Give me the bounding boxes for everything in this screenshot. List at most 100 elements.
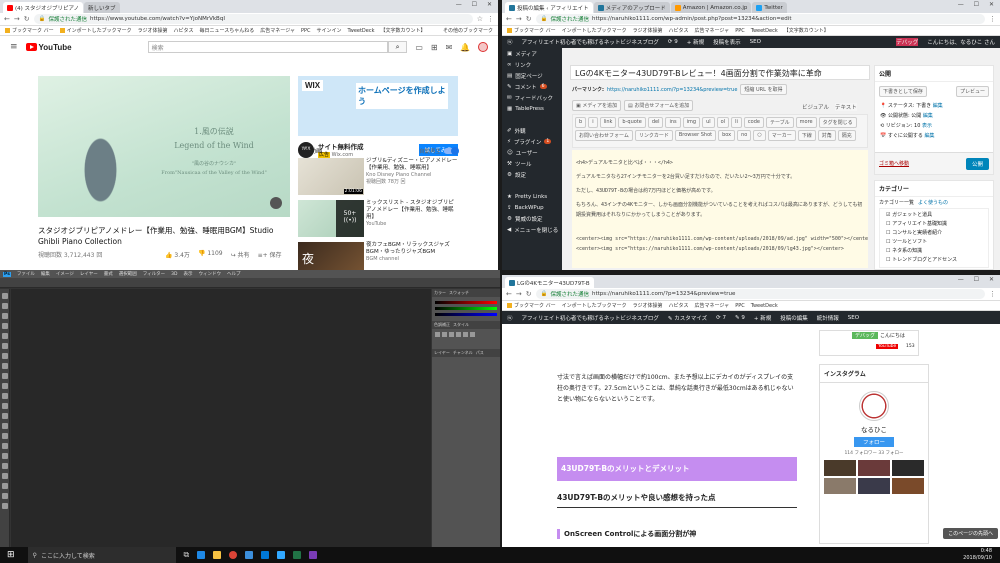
taskbar-search-input[interactable]: ⚲ ここに入力して検索: [27, 547, 176, 563]
quicktag-button[interactable]: code: [743, 117, 764, 128]
greeting[interactable]: こんにちは、なるひこ さん: [927, 38, 1000, 46]
chrome-icon[interactable]: [229, 551, 238, 559]
share-button[interactable]: ↪ 共有: [231, 250, 250, 259]
apps-icon[interactable]: ⊞: [431, 43, 438, 52]
quicktag-button[interactable]: 隔充: [837, 130, 856, 141]
related-video[interactable]: 50+ ((•)) ミックスリスト - スタジオジブリピアノメドレー【作業用、勉強…: [298, 200, 458, 238]
back-icon[interactable]: ←: [4, 15, 10, 23]
app-icon[interactable]: [309, 551, 318, 559]
related-video[interactable]: 夜 夜カフェBGM・リラックスジャズBGM・ゆったりジャズBGM BGM chan…: [298, 242, 458, 270]
like-button[interactable]: 👍 3.4万: [165, 250, 190, 259]
menu-pages[interactable]: ▤ 固定ページ: [502, 70, 562, 81]
address-bar[interactable]: 🔒 保護された通信 https://naruhiko1111.com/wp-admi…: [535, 14, 985, 24]
ps-tool-icon[interactable]: [1, 393, 8, 399]
menu-settings[interactable]: ⚙ 設定: [502, 169, 562, 180]
quicktag-button[interactable]: マーカー: [767, 130, 796, 141]
site-name[interactable]: アフィリエイト初心者でも稼げるネットビジネスブログ: [522, 314, 659, 322]
bookmark[interactable]: ハピタス: [174, 27, 194, 34]
schedule-edit-link[interactable]: 編集: [924, 133, 934, 139]
ps-tool-icon[interactable]: [1, 503, 8, 509]
customize-link[interactable]: ✎ カスタマイズ: [668, 314, 707, 322]
bookmark[interactable]: ブックマーク バー: [507, 302, 556, 309]
add-form-button[interactable]: ▤ お問合せフォームを追加: [623, 100, 694, 111]
ps-tool-icon[interactable]: [1, 443, 8, 449]
quicktag-button[interactable]: ol: [716, 117, 730, 128]
ps-tool-icon[interactable]: [1, 463, 8, 469]
channel-watermark-icon[interactable]: [270, 197, 282, 209]
autoplay-toggle[interactable]: 自動再生: [419, 146, 459, 155]
menu-pretty-links[interactable]: ★ Pretty Links: [502, 191, 562, 202]
forward-icon[interactable]: →: [516, 290, 522, 298]
quicktag-button[interactable]: ul: [702, 117, 715, 128]
panel-tab-color[interactable]: カラー: [434, 290, 446, 296]
ps-logo-icon[interactable]: Ps: [3, 271, 11, 277]
stats-link[interactable]: 統計情報: [817, 314, 839, 322]
panel-tab-swatches[interactable]: スウォッチ: [449, 290, 469, 296]
status-edit-link[interactable]: 編集: [933, 103, 943, 109]
quicktag-button[interactable]: 下線: [797, 130, 816, 141]
ps-tool-icon[interactable]: [1, 353, 8, 359]
debug-label[interactable]: デバッグ: [896, 38, 919, 46]
bookmark[interactable]: その他のブックマーク: [443, 27, 493, 34]
quicktag-button[interactable]: link: [599, 117, 617, 128]
ps-menu-item[interactable]: 3D: [171, 272, 177, 277]
messages-icon[interactable]: ✉: [446, 43, 453, 52]
window-controls[interactable]: — ☐ ✕: [958, 1, 998, 8]
quicktag-button[interactable]: i: [588, 117, 598, 128]
site-name[interactable]: アフィリエイト初心者でも稼げるネットビジネスブログ: [522, 38, 659, 46]
add-media-button[interactable]: ▣ メディアを追加: [572, 100, 621, 111]
panel-tab-styles[interactable]: スタイル: [453, 322, 469, 328]
ps-menu-item[interactable]: 編集: [41, 271, 50, 277]
save-button[interactable]: ≡+ 保存: [258, 250, 282, 259]
category-item[interactable]: ☐ ネタ系の知識: [886, 247, 982, 256]
quicktag-button[interactable]: del: [647, 117, 664, 128]
bookmark[interactable]: TweetDeck: [751, 28, 778, 34]
ps-tool-icon[interactable]: [1, 423, 8, 429]
text-editor[interactable]: <h4>デュアルモニタと比べば・・・</h4> デュアルモニタなら27インチモニ…: [572, 150, 868, 268]
menu-users[interactable]: ☺ ユーザー: [502, 147, 562, 158]
quicktag-button[interactable]: ins: [665, 117, 681, 128]
bookmark[interactable]: PPC: [735, 28, 745, 34]
menu-media[interactable]: ▣ メディア: [502, 48, 562, 59]
ps-canvas-area[interactable]: [11, 289, 431, 547]
bookmark[interactable]: インポートしたブックマーク: [59, 27, 132, 34]
ps-tool-icon[interactable]: [1, 493, 8, 499]
bookmark[interactable]: ブックマーク バー: [507, 27, 556, 34]
tab-twitter[interactable]: Twitter: [752, 2, 787, 13]
ps-tool-icon[interactable]: [1, 373, 8, 379]
quicktag-button[interactable]: タグを閉じる: [818, 117, 857, 128]
tab-youtube[interactable]: (4) スタジオジブリピアノ: [3, 2, 84, 13]
bookmark[interactable]: ハピタス: [669, 302, 689, 309]
photo-icon[interactable]: [245, 551, 254, 559]
bookmark[interactable]: ラジオ体操第: [633, 27, 663, 34]
windows-start-icon[interactable]: ⊞: [2, 550, 20, 560]
ps-tool-icon[interactable]: [1, 363, 8, 369]
ps-tool-icon[interactable]: [1, 483, 8, 489]
tab-text[interactable]: テキスト: [834, 103, 857, 111]
edit-post-link[interactable]: 投稿の編集: [780, 314, 808, 322]
quicktag-button[interactable]: リンクカード: [634, 130, 673, 141]
tab-media[interactable]: メディアのアップロード: [593, 2, 670, 13]
edge-icon[interactable]: [197, 551, 206, 559]
instagram-photo[interactable]: [892, 478, 924, 494]
menu-backwpup[interactable]: ⇪ BackWPup: [502, 202, 562, 213]
preview-button[interactable]: プレビュー: [955, 86, 989, 97]
bookmark[interactable]: TweetDeck: [751, 303, 778, 309]
bookmark[interactable]: 広告マネージャ: [695, 27, 730, 34]
menu-icon[interactable]: ⋮: [989, 290, 996, 298]
ps-tool-icon[interactable]: [1, 383, 8, 389]
color-sliders[interactable]: [432, 297, 500, 321]
revisions-link[interactable]: 表示: [922, 123, 932, 129]
youtube-subscribe-button[interactable]: YouTube: [876, 344, 899, 349]
notifications-icon[interactable]: 🔔: [460, 43, 470, 52]
ps-tool-icon[interactable]: [1, 293, 8, 299]
menu-links[interactable]: ∞ リンク: [502, 59, 562, 70]
tab-popular-categories[interactable]: よく使うもの: [918, 199, 948, 206]
star-icon[interactable]: ☆: [477, 15, 483, 23]
search-icon[interactable]: ⌕: [387, 41, 408, 53]
search-input[interactable]: 検索: [147, 41, 388, 53]
category-item[interactable]: ☑ ガジェットと道具: [886, 211, 982, 220]
instagram-photo[interactable]: [824, 478, 856, 494]
menu-keni[interactable]: ⚙ 賢威の設定: [502, 213, 562, 224]
ps-tool-icon[interactable]: [1, 343, 8, 349]
